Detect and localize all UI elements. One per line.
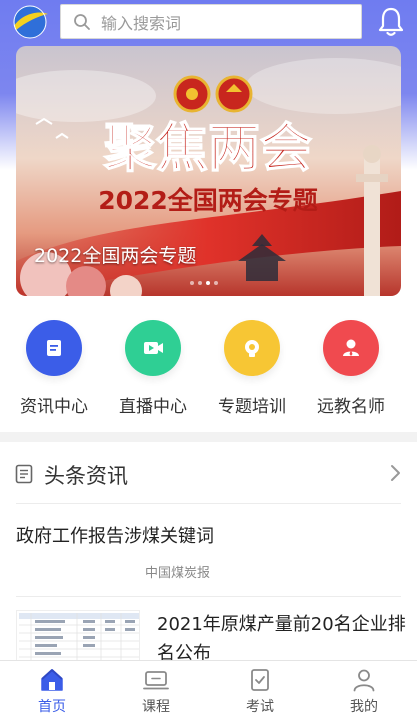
bottom-tab-bar: 首页 课程 考试 我的 [0,660,417,720]
tab-profile[interactable]: 我的 [312,667,416,716]
carousel-dot[interactable] [206,281,210,285]
nav-label: 直播中心 [119,397,187,417]
nav-live-center[interactable]: 直播中心 [103,320,203,417]
news-title: 政府工作报告涉煤关键词 [16,526,214,547]
separator [16,503,401,504]
tab-label: 首页 [38,699,66,715]
news-icon [47,340,61,356]
nav-circle [26,320,82,376]
training-icon [245,340,259,357]
nav-circle [224,320,280,376]
nav-news-center[interactable]: 资讯中心 [4,320,104,417]
nav-circle [125,320,181,376]
tab-exam[interactable]: 考试 [208,667,312,716]
course-icon [143,671,169,690]
exam-icon [251,669,269,691]
home-icon [41,669,63,691]
teacher-icon [343,339,359,356]
tab-course[interactable]: 课程 [104,667,208,716]
banner-subline: 2022全国两会专题 [98,186,318,215]
video-icon [144,342,163,354]
headline-section-header[interactable]: 头条资讯 [0,450,417,496]
search-icon [74,13,90,30]
tab-label: 课程 [142,699,170,715]
nav-topic-training[interactable]: 专题培训 [202,320,302,417]
search-placeholder: 输入搜索词 [101,13,182,33]
nav-circle [323,320,379,376]
nav-famous-teachers[interactable]: 远教名师 [301,320,401,417]
section-title: 头条资讯 [44,464,128,488]
tab-label: 我的 [350,699,378,715]
carousel-dot[interactable] [198,281,202,285]
nav-label: 远教名师 [317,397,385,417]
nav-label: 专题培训 [218,397,286,417]
quick-nav: 资讯中心 直播中心 专题培训 远教名师 [0,320,417,420]
carousel-dot[interactable] [190,281,194,285]
separator [16,596,401,597]
chevron-right-icon[interactable] [389,464,401,482]
profile-icon [353,669,375,692]
banner-headline: 聚焦两会 [103,119,312,179]
carousel-indicator [190,281,218,285]
section-divider [0,432,417,442]
table-thumbnail-image [19,613,139,663]
news-source: 中国煤炭报 [145,566,211,581]
news-thumbnail[interactable] [16,610,140,664]
search-input[interactable]: 输入搜索词 [60,4,362,39]
tab-home[interactable]: 首页 [0,667,104,716]
banner-caption: 2022全国两会专题 [34,245,197,267]
document-icon [15,464,33,484]
bell-icon[interactable] [376,6,406,38]
carousel-dot[interactable] [214,281,218,285]
tab-label: 考试 [246,699,274,715]
banner-carousel[interactable]: 聚焦两会 2022全国两会专题 2022全国两会专题 [16,46,401,296]
app-logo[interactable] [10,4,50,40]
nav-label: 资讯中心 [20,397,88,417]
